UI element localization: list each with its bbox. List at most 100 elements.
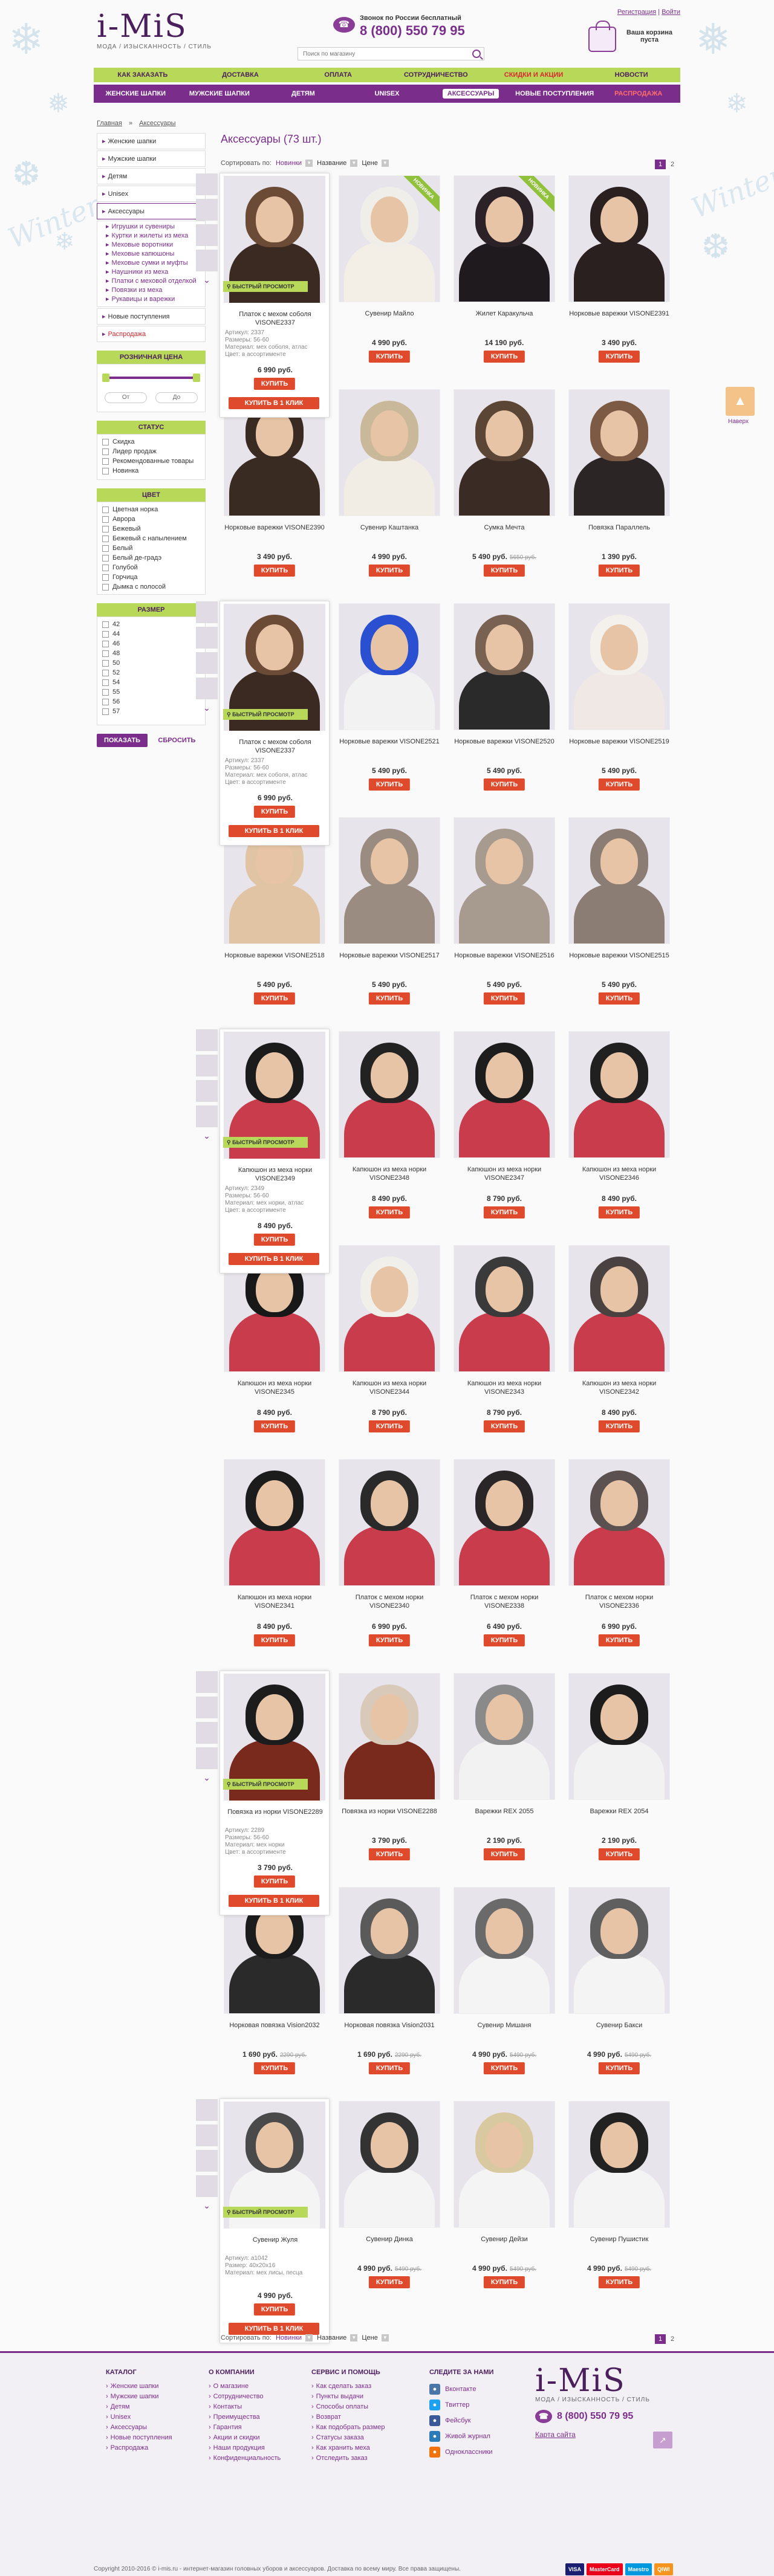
checkbox[interactable] bbox=[102, 545, 109, 552]
buy-button[interactable]: КУПИТЬ bbox=[598, 778, 640, 791]
color-option[interactable]: Аврора bbox=[102, 514, 200, 524]
buy-button[interactable]: КУПИТЬ bbox=[598, 1634, 640, 1646]
product-name[interactable]: Повязка из норки VISONE2288 bbox=[336, 1807, 443, 1816]
buy-button[interactable]: КУПИТЬ bbox=[368, 992, 411, 1005]
size-option[interactable]: 50 bbox=[102, 658, 200, 668]
one-click-button[interactable]: КУПИТЬ В 1 КЛИК bbox=[229, 1253, 319, 1265]
footer-catalog-link[interactable]: › Распродажа bbox=[106, 2443, 197, 2453]
buy-button[interactable]: КУПИТЬ bbox=[598, 1420, 640, 1432]
product-name[interactable]: Норковые варежки VISONE2391 bbox=[565, 309, 673, 318]
footer-service-link[interactable]: › Возврат bbox=[311, 2412, 402, 2422]
buy-button[interactable]: КУПИТЬ bbox=[483, 1634, 525, 1646]
page-1[interactable]: 1 bbox=[655, 160, 666, 169]
footer-company-link[interactable]: › Конфиденциальность bbox=[209, 2453, 299, 2464]
product-image[interactable] bbox=[568, 1673, 670, 1800]
size-option[interactable]: 44 bbox=[102, 629, 200, 639]
product-card[interactable]: Норковые варежки VISONE2521 5 490 руб. КУП… bbox=[336, 603, 443, 812]
buy-button[interactable]: КУПИТЬ bbox=[253, 1634, 296, 1646]
price-slider[interactable] bbox=[102, 374, 200, 382]
thumbnail[interactable] bbox=[196, 627, 218, 649]
buy-button[interactable]: КУПИТЬ bbox=[368, 351, 411, 363]
product-image[interactable] bbox=[568, 603, 670, 730]
buy-button[interactable]: КУПИТЬ bbox=[368, 565, 411, 577]
sort-new-toggle[interactable]: ▼ bbox=[305, 2334, 313, 2342]
product-image[interactable] bbox=[339, 389, 440, 516]
product-card[interactable]: Капюшон из меха норки VISONE2343 8 790 ру… bbox=[450, 1245, 558, 1454]
buy-button[interactable]: КУПИТЬ bbox=[253, 378, 296, 390]
footer-social-link[interactable]: ● Твиттер bbox=[429, 2397, 520, 2413]
footer-social-link[interactable]: ● Живой журнал bbox=[429, 2429, 520, 2444]
product-image[interactable] bbox=[568, 2101, 670, 2228]
sort-price[interactable]: Цене bbox=[362, 2334, 377, 2341]
product-card[interactable]: Сувенир Пушистик 4 990 руб. 5490 руб. КУПИТ… bbox=[565, 2101, 673, 2309]
footer-social-link[interactable]: ● Вконтакте bbox=[429, 2381, 520, 2397]
product-image[interactable] bbox=[568, 1245, 670, 1372]
sort-name[interactable]: Название bbox=[317, 2334, 346, 2341]
product-card[interactable]: Повязка из норки VISONE2288 3 790 руб. КУП… bbox=[336, 1673, 443, 1882]
buy-button[interactable]: КУПИТЬ bbox=[598, 1206, 640, 1218]
product-card[interactable]: Норковые варежки VISONE2391 3 490 руб. КУП… bbox=[565, 175, 673, 384]
buy-button[interactable]: КУПИТЬ bbox=[253, 2062, 296, 2074]
color-option[interactable]: Дымка с полосой bbox=[102, 582, 200, 592]
footer-social-link[interactable]: ● Фейсбук bbox=[429, 2413, 520, 2429]
checkbox[interactable] bbox=[102, 564, 109, 571]
product-card[interactable]: Варежки REX 2054 2 190 руб. КУПИТЬ bbox=[565, 1673, 673, 1882]
chevron-down-icon[interactable]: ⌄ bbox=[196, 703, 218, 713]
product-name[interactable]: Сумка Мечта bbox=[450, 523, 558, 532]
product-image[interactable] bbox=[454, 1459, 555, 1586]
product-name[interactable]: Капюшон из меха норки VISONE2341 bbox=[221, 1593, 328, 1610]
thumbnail[interactable] bbox=[196, 1722, 218, 1744]
product-name[interactable]: Капюшон из меха норки VISONE2345 bbox=[221, 1379, 328, 1396]
search-input[interactable] bbox=[298, 48, 455, 60]
product-image[interactable] bbox=[454, 603, 555, 730]
footer-service-link[interactable]: › Как хранить меха bbox=[311, 2443, 402, 2453]
product-image[interactable] bbox=[454, 1673, 555, 1800]
product-card[interactable]: Норковые варежки VISONE2518 5 490 руб. КУП… bbox=[221, 817, 328, 1026]
thumbnail[interactable] bbox=[196, 678, 218, 699]
main-nav-item[interactable]: МУЖСКИЕ ШАПКИ bbox=[178, 85, 262, 103]
top-nav-item[interactable]: СКИДКИ И АКЦИИ bbox=[485, 68, 583, 82]
product-card[interactable]: Капюшон из меха норки VISONE2346 8 490 ру… bbox=[565, 1031, 673, 1240]
checkbox[interactable] bbox=[102, 659, 109, 667]
buy-button[interactable]: КУПИТЬ bbox=[483, 2276, 525, 2288]
breadcrumb-current[interactable]: Аксессуары bbox=[139, 120, 175, 127]
sort-price-toggle[interactable]: ▼ bbox=[381, 160, 389, 167]
checkbox[interactable] bbox=[102, 630, 109, 638]
product-name[interactable]: Сувенир Майло bbox=[336, 309, 443, 318]
size-option[interactable]: 46 bbox=[102, 639, 200, 649]
checkbox[interactable] bbox=[102, 640, 109, 647]
checkbox[interactable] bbox=[102, 438, 109, 445]
checkbox[interactable] bbox=[102, 467, 109, 474]
sidebar-cat[interactable]: ▸ Unisex bbox=[97, 186, 206, 202]
footer-phone[interactable]: ☎ 8 (800) 550 79 95 bbox=[535, 2410, 633, 2423]
status-option[interactable]: Лидер продаж bbox=[102, 447, 200, 456]
top-nav-item[interactable]: СОТРУДНИЧЕСТВО bbox=[387, 68, 485, 82]
sidebar-cat[interactable]: ▸ Мужские шапки bbox=[97, 150, 206, 167]
one-click-button[interactable]: КУПИТЬ В 1 КЛИК bbox=[229, 825, 319, 837]
product-card[interactable]: Сувенир Динка 4 990 руб. 5490 руб. КУПИТЬ bbox=[336, 2101, 443, 2309]
checkbox[interactable] bbox=[102, 516, 109, 523]
buy-button[interactable]: КУПИТЬ bbox=[368, 778, 411, 791]
status-option[interactable]: Скидка bbox=[102, 437, 200, 447]
checkbox[interactable] bbox=[102, 679, 109, 686]
product-image[interactable] bbox=[339, 1673, 440, 1800]
buy-button[interactable]: КУПИТЬ bbox=[598, 2276, 640, 2288]
product-card[interactable]: Платок с мехом норки VISONE2340 6 990 руб… bbox=[336, 1459, 443, 1668]
product-name[interactable]: Сувенир Бакси bbox=[565, 2021, 673, 2030]
buy-button[interactable]: КУПИТЬ bbox=[253, 992, 296, 1005]
sidebar-subcat[interactable]: ▸ Меховые капюшоны bbox=[106, 250, 200, 259]
color-option[interactable]: Цветная норка bbox=[102, 505, 200, 514]
main-nav-item[interactable]: АКСЕССУАРЫ bbox=[429, 85, 513, 103]
sidebar-cat[interactable]: ▸ Аксессуары bbox=[97, 203, 206, 219]
sidebar-cat[interactable]: ▸ Детям bbox=[97, 168, 206, 184]
thumbnail[interactable] bbox=[196, 1055, 218, 1076]
main-nav-item[interactable]: ДЕТЯМ bbox=[261, 85, 345, 103]
cart[interactable]: Ваша корзина пуста bbox=[584, 21, 680, 58]
product-name[interactable]: Норковые варежки VISONE2515 bbox=[565, 951, 673, 960]
checkbox[interactable] bbox=[102, 554, 109, 561]
size-option[interactable]: 56 bbox=[102, 697, 200, 707]
logo[interactable]: i-MiS МОДА / ИЗЫСКАННОСТЬ / СТИЛЬ bbox=[97, 11, 212, 50]
color-option[interactable]: Белый bbox=[102, 543, 200, 553]
footer-service-link[interactable]: › Статусы заказа bbox=[311, 2433, 402, 2443]
product-name[interactable]: Капюшон из меха норки VISONE2349 bbox=[220, 1166, 330, 1183]
